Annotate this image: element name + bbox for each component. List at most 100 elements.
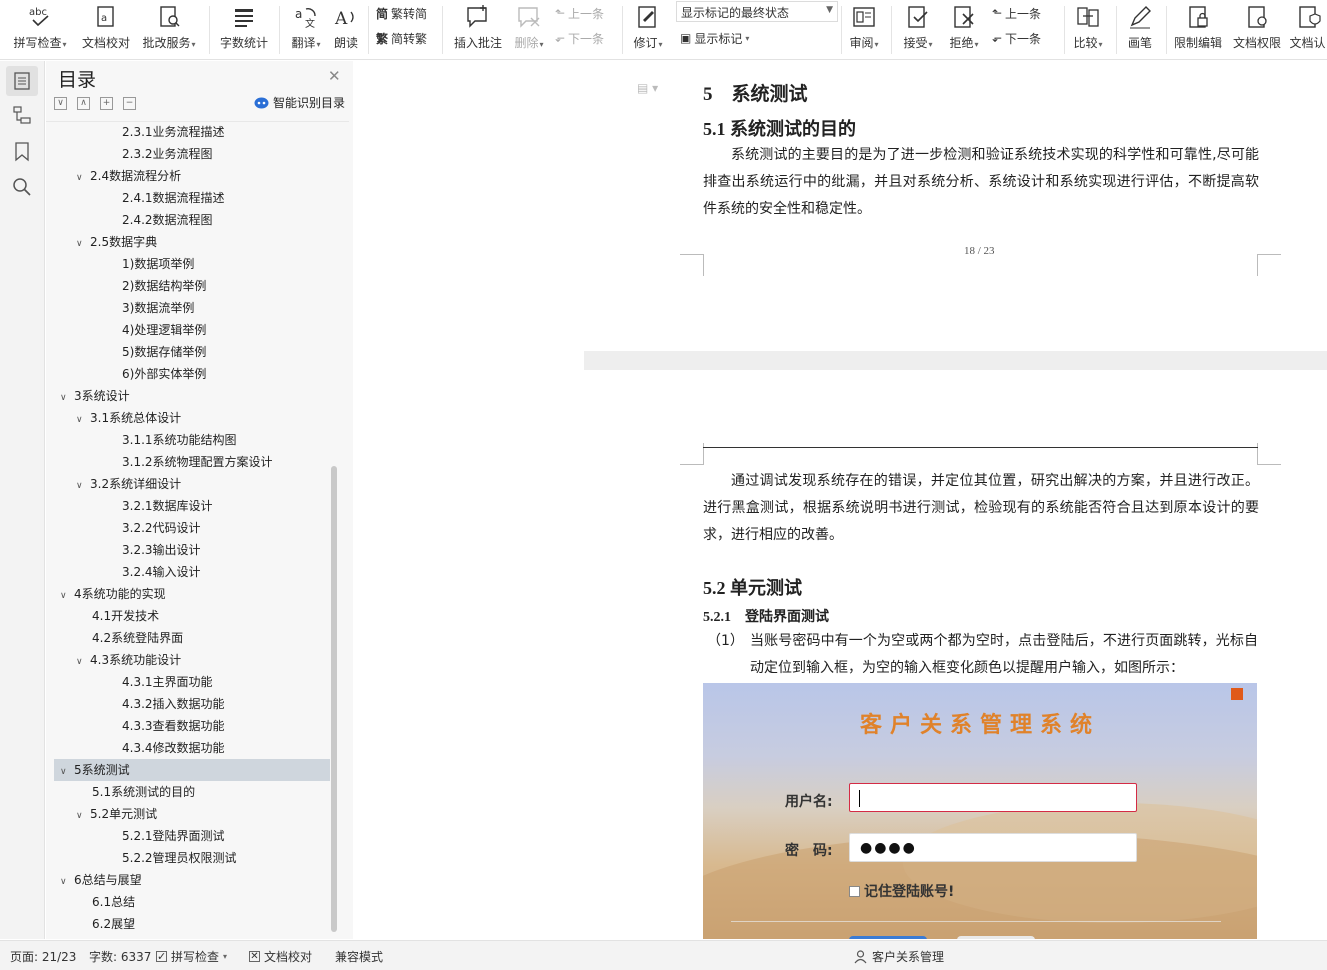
spellcheck-button[interactable]: abc 拼写检查▾ — [8, 0, 72, 58]
toc-item-label: 4)处理逻辑举例 — [122, 323, 207, 337]
toc-item[interactable]: 3.2.2代码设计 — [122, 518, 201, 538]
toc-item[interactable]: ∨ 5系统测试 — [60, 760, 130, 780]
markup-state-select[interactable]: 显示标记的最终状态 ▼ — [676, 1, 838, 22]
toc-item[interactable]: 2.4.1数据流程描述 — [122, 188, 225, 208]
toc-item[interactable]: 2.4.2数据流程图 — [122, 210, 213, 230]
toc-item[interactable]: 1)数据项举例 — [122, 254, 194, 274]
restrict-edit-button[interactable]: 限制编辑 — [1170, 0, 1226, 58]
toc-item[interactable]: 3.2.1数据库设计 — [122, 496, 213, 516]
toc-item-label: 4.3.1主界面功能 — [122, 675, 213, 689]
toc-item[interactable]: 4.3.3查看数据功能 — [122, 716, 225, 736]
toc-item[interactable]: ∨ 3.2系统详细设计 — [76, 474, 181, 494]
translate-button[interactable]: a文 翻译▾ — [285, 0, 327, 58]
delete-comment-button[interactable]: 删除▾ — [510, 0, 548, 58]
status-doc-proof-button[interactable]: ✕ 文档校对 — [249, 948, 312, 965]
toc-item[interactable]: ∨ 2.5数据字典 — [76, 232, 157, 252]
toc-item[interactable]: 3.1.2系统物理配置方案设计 — [122, 452, 273, 472]
toc-nav-button[interactable] — [6, 66, 38, 96]
accept-button[interactable]: 接受▾ — [898, 0, 938, 58]
collapse-all-icon[interactable]: ∧ — [77, 97, 90, 110]
toc-item[interactable]: 5.2.2管理员权限测试 — [122, 848, 237, 868]
word-count-button[interactable]: 字数统计 — [216, 0, 272, 58]
review-button[interactable]: 审阅▾ — [845, 0, 883, 58]
pen-button[interactable]: 画笔 — [1122, 0, 1158, 58]
toc-item[interactable]: 3.2.4输入设计 — [122, 562, 201, 582]
bookmark-nav-button[interactable] — [11, 140, 33, 162]
toc-item[interactable]: 2)数据结构举例 — [122, 276, 206, 296]
prev-change-button[interactable]: ⬑ 上一条 — [992, 2, 1041, 24]
toc-item[interactable]: 4.3.2插入数据功能 — [122, 694, 225, 714]
toc-item[interactable]: ∨ 3.1系统总体设计 — [76, 408, 181, 428]
compare-button[interactable]: 比较▾ — [1068, 0, 1108, 58]
word-count-indicator[interactable]: 字数: 6337 — [89, 948, 151, 965]
toc-item[interactable]: 4)处理逻辑举例 — [122, 320, 206, 340]
toc-item[interactable]: 2.3.1业务流程描述 — [122, 122, 225, 142]
page-number: 18 / 23 — [964, 245, 995, 257]
prev-comment-button[interactable]: ⬑ 上一条 — [555, 2, 604, 24]
toc-item[interactable]: 4.2系统登陆界面 — [92, 628, 183, 648]
structure-nav-button[interactable] — [11, 104, 33, 126]
chevron-down-icon[interactable]: ∨ — [60, 762, 74, 782]
toc-item[interactable]: 4.3.1主界面功能 — [122, 672, 213, 692]
add-icon[interactable]: + — [100, 97, 113, 110]
revise-button[interactable]: 修订▾ — [628, 0, 668, 58]
chevron-down-icon[interactable]: ∨ — [76, 168, 90, 188]
toc-item[interactable]: 4.1开发技术 — [92, 606, 159, 626]
doc-options-icon[interactable]: ▤ ▾ — [637, 81, 658, 95]
doc-permission-button[interactable]: 文档权限 — [1229, 0, 1285, 58]
chevron-down-icon[interactable]: ∨ — [76, 476, 90, 496]
close-icon[interactable]: ✕ — [328, 67, 341, 85]
insert-comment-button[interactable]: 插入批注 — [450, 0, 506, 58]
toc-item[interactable]: ∨ 4系统功能的实现 — [60, 584, 166, 604]
document-page-19[interactable]: 通过调试发现系统存在的错误，并定位其位置，研究出解决的方案，并且进行改正。进行黑… — [584, 370, 1327, 939]
doc-cert-button[interactable]: 文档认 — [1288, 0, 1327, 58]
toc-item[interactable]: 4.3.4修改数据功能 — [122, 738, 225, 758]
chevron-down-icon[interactable]: ∨ — [76, 410, 90, 430]
toc-item[interactable]: 6)外部实体举例 — [122, 364, 206, 384]
chevron-down-icon[interactable]: ∨ — [76, 234, 90, 254]
chevron-down-icon[interactable]: ∨ — [76, 652, 90, 672]
toc-item-label: 5.2.1登陆界面测试 — [122, 829, 225, 843]
toc-item[interactable]: 5.1系统测试的目的 — [92, 782, 195, 802]
chevron-down-icon[interactable]: ∨ — [60, 872, 74, 892]
toc-scrollbar[interactable] — [331, 466, 337, 932]
chevron-down-icon[interactable]: ∨ — [60, 388, 74, 408]
document-area[interactable]: ▤ ▾ 5 系统测试 5.1 系统测试的目的 系统测试的主要目的是为了进一步检测… — [353, 61, 1327, 939]
doc-proof-button[interactable]: a 文档校对 — [78, 0, 134, 58]
chevron-down-icon[interactable]: ∨ — [76, 806, 90, 826]
toc-item[interactable]: 6.1总结 — [92, 892, 135, 912]
page-indicator[interactable]: 页面: 21/23 — [10, 948, 76, 965]
batch-service-button[interactable]: 批改服务▾ — [138, 0, 200, 58]
trad-to-simp-button[interactable]: 简繁转简 — [376, 2, 427, 24]
next-change-button[interactable]: ⬐ 下一条 — [992, 27, 1041, 49]
reject-button[interactable]: 拒绝▾ — [944, 0, 984, 58]
search-nav-button[interactable] — [11, 176, 33, 198]
batch-service-icon — [160, 6, 180, 27]
simp-to-trad-button[interactable]: 繁简转繁 — [376, 27, 427, 49]
toc-item-label: 6.1总结 — [92, 895, 136, 909]
next-comment-button[interactable]: ⬐ 下一条 — [555, 27, 604, 49]
smart-toc-button[interactable]: 智能识别目录 — [254, 94, 345, 111]
toc-item[interactable]: 5.2.1登陆界面测试 — [122, 826, 225, 846]
expand-all-icon[interactable]: ∨ — [54, 97, 67, 110]
toc-item[interactable]: 2.3.2业务流程图 — [122, 144, 213, 164]
toc-item[interactable]: ∨ 4.3系统功能设计 — [76, 650, 181, 670]
toc-item[interactable]: 3.2.3输出设计 — [122, 540, 201, 560]
chevron-down-icon[interactable]: ∨ — [60, 586, 74, 606]
toc-item[interactable]: 3.1.1系统功能结构图 — [122, 430, 237, 450]
read-aloud-button[interactable]: A 朗读 — [330, 0, 362, 58]
document-page-18[interactable]: ▤ ▾ 5 系统测试 5.1 系统测试的目的 系统测试的主要目的是为了进一步检测… — [584, 61, 1327, 351]
minus-icon[interactable]: − — [123, 97, 136, 110]
toc-item[interactable]: ∨ 3系统设计 — [60, 386, 130, 406]
toc-item[interactable]: ∨ 2.4数据流程分析 — [76, 166, 181, 186]
document-title-indicator[interactable]: 客户关系管理 — [853, 948, 944, 965]
status-spellcheck-button[interactable]: ✓ 拼写检查 ▾ — [156, 948, 227, 965]
toc-item[interactable]: 6.2展望 — [92, 914, 135, 933]
toc-item-label: 4.3.2插入数据功能 — [122, 697, 225, 711]
show-markup-button[interactable]: ▣ 显示标记 ▾ — [680, 27, 749, 49]
toc-item[interactable]: 3)数据流举例 — [122, 298, 194, 318]
toc-item[interactable]: ∨ 5.2单元测试 — [76, 804, 157, 824]
svg-text:a: a — [101, 13, 107, 24]
toc-item[interactable]: 5)数据存储举例 — [122, 342, 206, 362]
toc-item[interactable]: ∨ 6总结与展望 — [60, 870, 142, 890]
